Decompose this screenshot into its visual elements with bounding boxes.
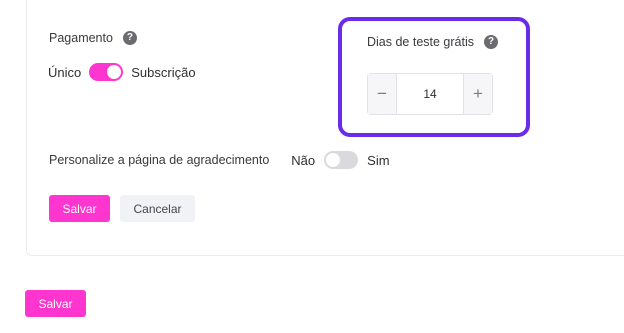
toggle-knob xyxy=(326,153,341,167)
decrement-button[interactable]: − xyxy=(368,74,397,114)
thank-you-option-yes: Sim xyxy=(367,152,390,168)
payment-toggle-row: Único Subscrição xyxy=(48,63,196,81)
trial-days-label: Dias de teste grátis xyxy=(367,35,474,49)
help-icon[interactable]: ? xyxy=(122,31,137,45)
payment-toggle[interactable] xyxy=(89,63,124,81)
settings-page: Pagamento ? Único Subscrição Dias de tes… xyxy=(0,0,624,333)
payment-label: Pagamento xyxy=(49,31,113,45)
thank-you-page-label: Personalize a página de agradecimento xyxy=(49,153,270,167)
toggle-knob xyxy=(107,65,122,79)
thank-you-option-no: Não xyxy=(291,152,316,168)
payment-option-subscription: Subscrição xyxy=(131,64,196,80)
payment-option-single: Único xyxy=(48,64,82,80)
trial-days-stepper: − 14 + xyxy=(367,73,493,115)
increment-button[interactable]: + xyxy=(463,74,492,114)
thank-you-page-toggle[interactable] xyxy=(324,151,359,169)
help-icon[interactable]: ? xyxy=(484,35,498,49)
page-save-button[interactable]: Salvar xyxy=(25,290,86,317)
cancel-button[interactable]: Cancelar xyxy=(120,195,195,222)
thank-you-page-row: Personalize a página de agradecimento Nã… xyxy=(49,151,390,169)
save-button[interactable]: Salvar xyxy=(49,195,110,222)
payment-label-group: Pagamento ? xyxy=(49,31,137,45)
trial-days-input[interactable]: 14 xyxy=(397,74,463,114)
trial-label-group: Dias de teste grátis ? xyxy=(367,35,498,49)
